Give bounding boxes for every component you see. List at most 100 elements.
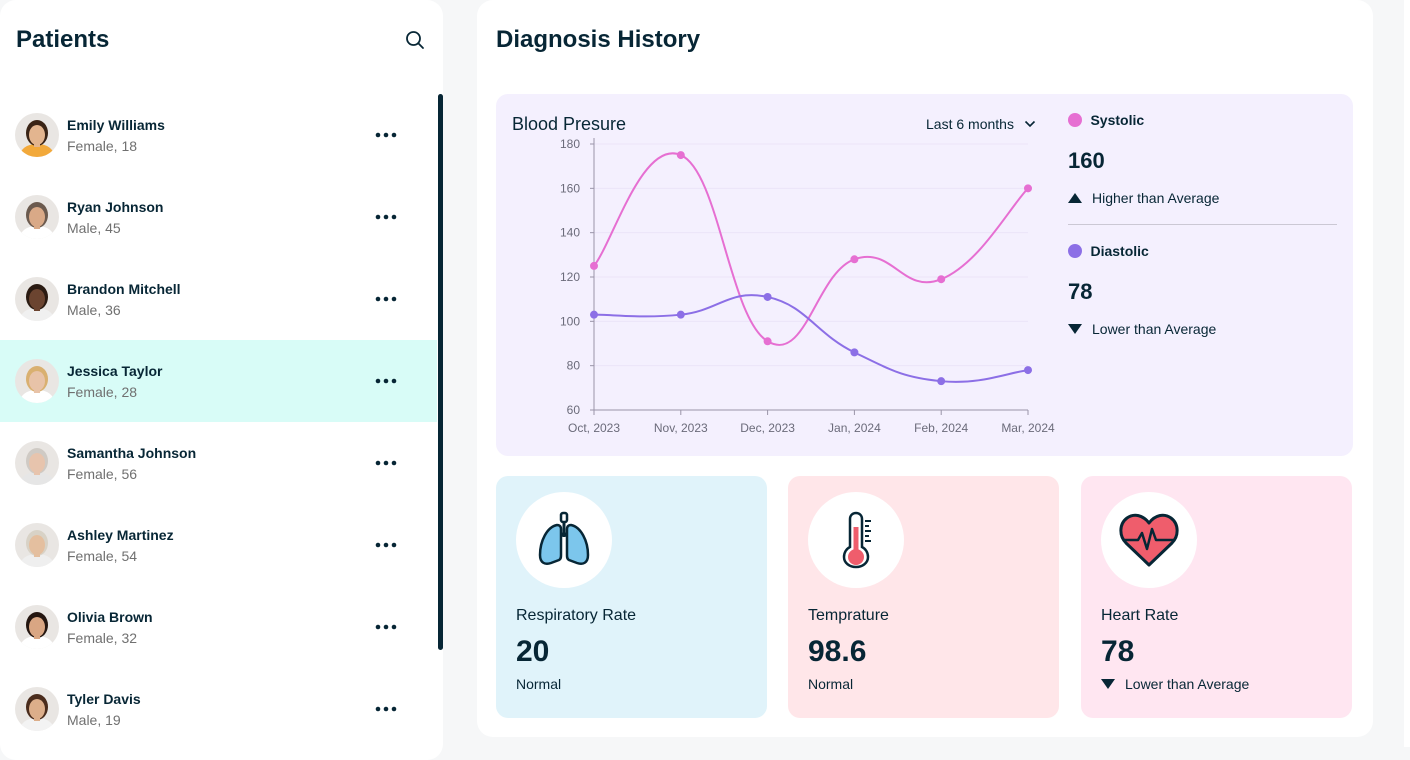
avatar xyxy=(15,523,59,567)
x-tick-label: Nov, 2023 xyxy=(654,421,708,435)
patient-list: Emily Williams Female, 18 Ryan Johnson Male… xyxy=(0,94,437,750)
diastolic-point xyxy=(850,348,859,357)
legend-diastolic: Diastolic xyxy=(1068,243,1149,261)
avatar xyxy=(15,687,59,731)
patient-name: Ashley Martinez xyxy=(67,527,174,543)
respiratory-rate-status-label: Normal xyxy=(516,676,562,692)
patient-list-scrollbar[interactable] xyxy=(438,94,443,650)
lungs-icon xyxy=(516,492,612,588)
systolic-point xyxy=(1024,184,1032,193)
more-options-icon[interactable] xyxy=(374,289,398,309)
x-tick-label: Oct, 2023 xyxy=(568,421,620,435)
y-tick-label: 180 xyxy=(560,137,580,151)
more-options-icon[interactable] xyxy=(374,371,398,391)
blood-pressure-chart: 60 80 100 120 140 160 180 Oct, 2023 Nov, 2023 Dec… xyxy=(560,137,1055,435)
patient-gender-age: Male, 19 xyxy=(67,712,121,728)
y-tick-label: 100 xyxy=(560,314,580,328)
heart-rate-value: 78 xyxy=(1101,635,1135,668)
thermometer-icon xyxy=(808,492,904,588)
patient-gender-age: Male, 36 xyxy=(67,302,121,318)
respiratory-rate-label: Respiratory Rate xyxy=(516,607,637,624)
diastolic-dot-icon xyxy=(1068,244,1082,258)
patient-gender-age: Male, 45 xyxy=(67,220,121,236)
patient-row[interactable]: Jessica Taylor Female, 28 xyxy=(0,340,437,422)
arrow-down-icon xyxy=(1068,324,1082,334)
patient-name: Tyler Davis xyxy=(67,691,141,707)
diastolic-point xyxy=(676,310,685,319)
systolic-point xyxy=(676,151,685,160)
systolic-dot-icon xyxy=(1068,113,1082,127)
patient-name: Brandon Mitchell xyxy=(67,281,181,297)
temperature-status: Normal xyxy=(808,676,853,692)
y-tick-label: 160 xyxy=(560,181,580,195)
respiratory-rate-card: Respiratory Rate 20 Normal xyxy=(496,476,767,718)
patient-row[interactable]: Brandon Mitchell Male, 36 xyxy=(0,258,437,340)
patient-name: Ryan Johnson xyxy=(67,199,164,215)
search-icon[interactable] xyxy=(404,29,426,51)
systolic-point xyxy=(850,255,859,264)
patient-name: Emily Williams xyxy=(67,117,165,133)
diagnosis-panel: Diagnosis History Blood Presure Last 6 m… xyxy=(477,0,1373,737)
patient-row[interactable]: Emily Williams Female, 18 xyxy=(0,94,437,176)
heart-icon xyxy=(1101,492,1197,588)
patient-gender-age: Female, 32 xyxy=(67,630,138,646)
diastolic-point xyxy=(590,310,598,319)
avatar xyxy=(15,277,59,321)
systolic-point xyxy=(763,337,772,346)
diagnosis-title: Diagnosis History xyxy=(496,26,701,53)
patient-row[interactable]: Tyler Davis Male, 19 xyxy=(0,668,437,750)
patient-gender-age: Female, 54 xyxy=(67,548,138,564)
patients-panel: Patients Emily Williams Female, 18 Ryan Jo… xyxy=(0,0,443,760)
avatar xyxy=(15,195,59,239)
avatar xyxy=(15,605,59,649)
systolic-value: 160 xyxy=(1068,148,1105,173)
diastolic-point xyxy=(763,292,772,301)
avatar xyxy=(15,441,59,485)
heart-rate-card: Heart Rate 78 Lower than Average xyxy=(1081,476,1352,718)
diastolic-value: 78 xyxy=(1068,279,1093,304)
systolic-point xyxy=(937,275,946,284)
diastolic-label: Diastolic xyxy=(1090,243,1149,259)
y-tick-label: 80 xyxy=(567,359,581,373)
legend-systolic: Systolic xyxy=(1068,112,1144,130)
patient-name: Jessica Taylor xyxy=(67,363,163,379)
systolic-trend-label: Higher than Average xyxy=(1092,190,1220,206)
avatar xyxy=(15,113,59,157)
y-tick-label: 140 xyxy=(560,226,580,240)
diastolic-line xyxy=(593,294,1029,383)
patient-name: Olivia Brown xyxy=(67,609,153,625)
patients-title: Patients xyxy=(16,26,110,53)
diastolic-trend-label: Lower than Average xyxy=(1092,321,1217,337)
x-tick-label: Feb, 2024 xyxy=(914,421,968,435)
more-options-icon[interactable] xyxy=(374,453,398,473)
diastolic-point xyxy=(937,377,946,386)
patient-row[interactable]: Samantha Johnson Female, 56 xyxy=(0,422,437,504)
temperature-value: 98.6 xyxy=(808,635,867,668)
patient-row[interactable]: Ashley Martinez Female, 54 xyxy=(0,504,437,586)
x-tick-label: Mar, 2024 xyxy=(1001,421,1055,435)
x-tick-label: Dec, 2023 xyxy=(740,421,795,435)
heart-rate-label: Heart Rate xyxy=(1101,607,1179,624)
respiratory-rate-value: 20 xyxy=(516,635,550,668)
patient-row[interactable]: Olivia Brown Female, 32 xyxy=(0,586,437,668)
blood-pressure-card: Blood Presure Last 6 months 60 80 100 120 14… xyxy=(496,94,1353,456)
patient-gender-age: Female, 28 xyxy=(67,384,138,400)
more-options-icon[interactable] xyxy=(374,535,398,555)
more-options-icon[interactable] xyxy=(374,125,398,145)
patient-row[interactable]: Ryan Johnson Male, 45 xyxy=(0,176,437,258)
systolic-trend: Higher than Average xyxy=(1068,190,1219,206)
systolic-point xyxy=(590,261,598,270)
temperature-card: Temprature 98.6 Normal xyxy=(788,476,1059,718)
more-options-icon[interactable] xyxy=(374,617,398,637)
legend-divider xyxy=(1068,224,1337,225)
heart-rate-status-label: Lower than Average xyxy=(1125,676,1250,692)
arrow-up-icon xyxy=(1068,193,1082,203)
more-options-icon[interactable] xyxy=(374,699,398,719)
avatar xyxy=(15,359,59,403)
more-options-icon[interactable] xyxy=(374,207,398,227)
heart-rate-status: Lower than Average xyxy=(1101,676,1249,692)
systolic-label: Systolic xyxy=(1090,112,1145,128)
diastolic-trend: Lower than Average xyxy=(1068,321,1216,337)
patient-gender-age: Female, 56 xyxy=(67,466,138,482)
arrow-down-icon xyxy=(1101,679,1115,689)
